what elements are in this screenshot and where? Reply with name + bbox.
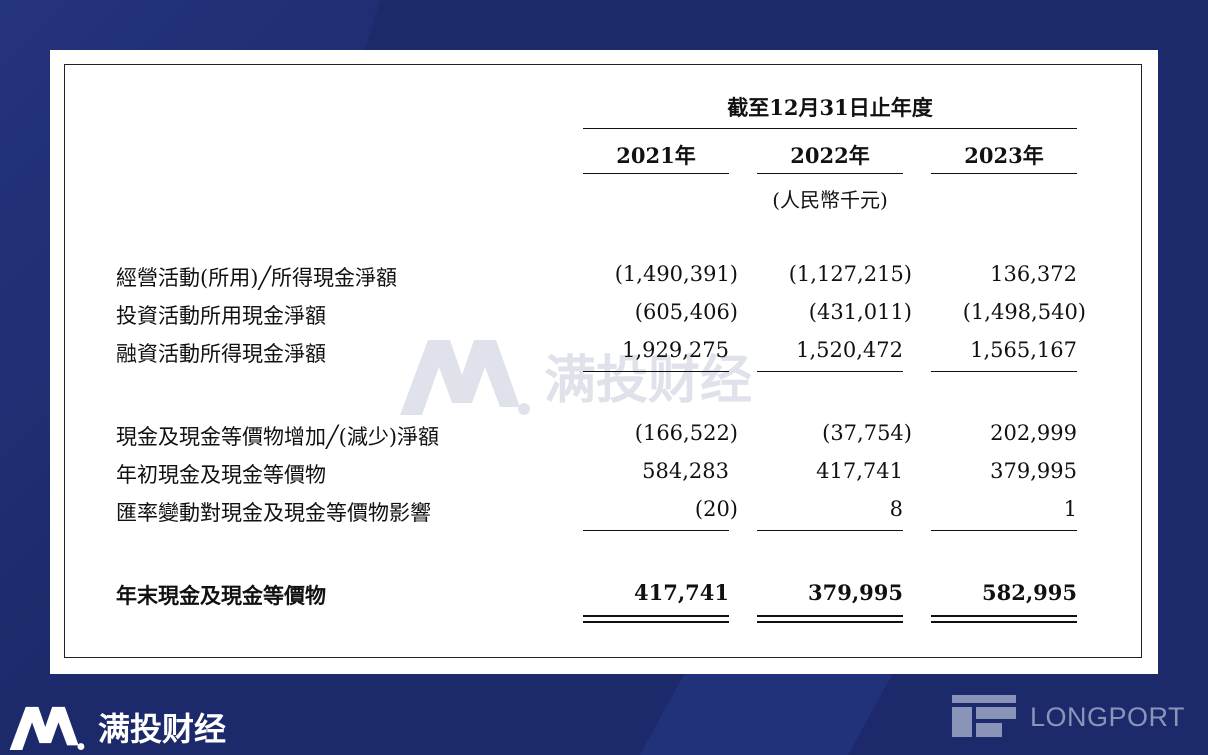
partner-name: LONGPORT <box>1030 701 1186 732</box>
year-2022: 2022年 <box>790 143 870 168</box>
row-value: (431,011) <box>808 300 912 324</box>
brand-mark-icon <box>9 706 85 750</box>
watermark-logo-icon <box>400 340 530 415</box>
total-value: 582,995 <box>982 580 1077 605</box>
unit-label: (人民幣千元) <box>772 188 888 212</box>
period-heading: 截至12月31日止年度 <box>727 95 933 120</box>
row-value: 417,741 <box>816 459 903 483</box>
double-rule <box>757 615 903 623</box>
total-value: 379,995 <box>808 580 903 605</box>
row-value: 379,995 <box>990 459 1077 483</box>
year-rule <box>583 173 729 174</box>
brand-logo: 满投财经 <box>8 704 226 750</box>
row-label: 經營活動(所用)╱所得現金淨額 <box>116 266 398 290</box>
year-rule <box>931 173 1077 174</box>
row-label: 融資活動所得現金淨額 <box>116 342 326 366</box>
row-value: 1 <box>1063 497 1077 521</box>
row-label: 年初現金及現金等價物 <box>116 463 326 487</box>
subtotal-rule <box>931 530 1077 531</box>
row-value: (605,406) <box>634 300 738 324</box>
row-value: (20) <box>694 497 738 521</box>
double-rule <box>931 615 1077 623</box>
row-value: (1,498,540) <box>962 300 1086 324</box>
total-value: 417,741 <box>634 580 729 605</box>
partner-logo: LONGPORT <box>950 693 1185 741</box>
year-2021: 2021年 <box>616 143 696 168</box>
brand-name: 满投财经 <box>98 710 227 748</box>
row-value: (37,754) <box>822 421 912 445</box>
subtotal-rule <box>931 371 1077 372</box>
row-value: 1,520,472 <box>796 338 903 362</box>
row-value: (1,490,391) <box>614 262 738 286</box>
row-label: 投資活動所用現金淨額 <box>116 304 326 328</box>
row-value: (166,522) <box>634 421 738 445</box>
subtotal-rule <box>583 530 729 531</box>
row-value: (1,127,215) <box>788 262 912 286</box>
row-value: 136,372 <box>990 262 1077 286</box>
background-shape <box>640 660 900 755</box>
row-label: 匯率變動對現金及現金等價物影響 <box>116 501 431 525</box>
row-value: 8 <box>889 497 903 521</box>
subtotal-rule <box>757 530 903 531</box>
row-value: 1,929,275 <box>622 338 729 362</box>
double-rule <box>583 615 729 623</box>
subtotal-rule <box>583 371 729 372</box>
row-label: 現金及現金等價物增加╱(減少)淨額 <box>116 425 440 449</box>
row-value: 584,283 <box>642 459 729 483</box>
row-value: 1,565,167 <box>970 338 1077 362</box>
year-2023: 2023年 <box>964 143 1044 168</box>
subtotal-rule <box>757 371 903 372</box>
row-value: 202,999 <box>990 421 1077 445</box>
header-rule <box>583 128 1077 129</box>
longport-mark-icon <box>952 695 1016 737</box>
year-rule <box>757 173 903 174</box>
total-row-label: 年末現金及現金等價物 <box>116 583 326 608</box>
